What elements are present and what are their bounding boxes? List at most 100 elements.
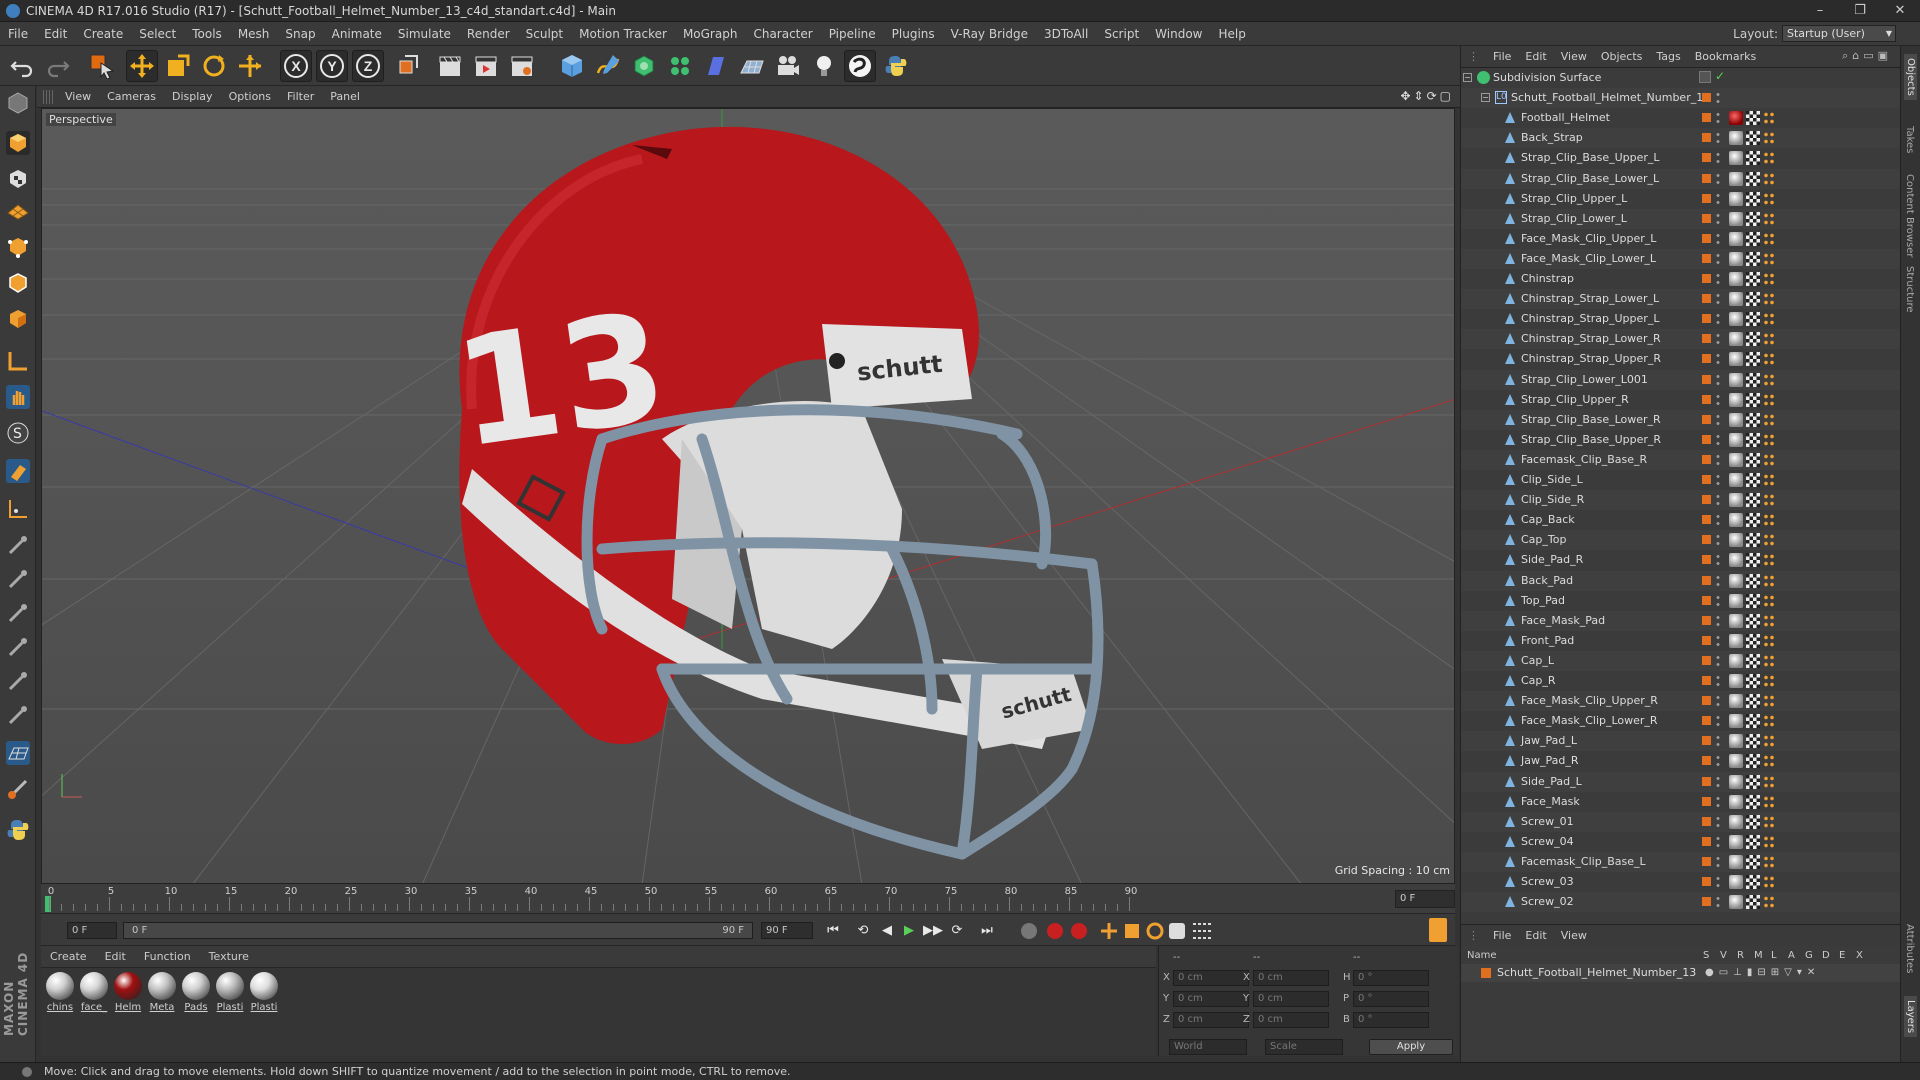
- uvw-tag-icon[interactable]: [1746, 292, 1760, 306]
- minimize-button[interactable]: –: [1800, 0, 1840, 22]
- visibility-dots-icon[interactable]: [1716, 393, 1720, 407]
- layer-color-icon[interactable]: [1702, 576, 1711, 585]
- visibility-dots-icon[interactable]: [1716, 151, 1720, 165]
- go-to-end-button[interactable]: ⏭: [975, 919, 999, 941]
- layer-column-header[interactable]: D: [1822, 950, 1830, 961]
- selection-tag-icon[interactable]: [1763, 172, 1775, 186]
- timeline-playhead[interactable]: [45, 896, 51, 912]
- add-mograph-button[interactable]: [664, 50, 696, 82]
- layer-color-icon[interactable]: [1702, 897, 1711, 906]
- object-row[interactable]: Jaw_Pad_R: [1461, 751, 1900, 771]
- object-row[interactable]: Strap_Clip_Base_Upper_L: [1461, 148, 1900, 168]
- object-row[interactable]: Face_Mask: [1461, 792, 1900, 812]
- material-item[interactable]: Plasti: [215, 972, 245, 1013]
- coord-value-field[interactable]: 0 cm: [1173, 991, 1249, 1007]
- selection-tag-icon[interactable]: [1763, 835, 1775, 849]
- uvw-tag-icon[interactable]: [1746, 594, 1760, 608]
- uvw-tag-icon[interactable]: [1746, 654, 1760, 668]
- object-row[interactable]: Front_Pad: [1461, 631, 1900, 651]
- current-frame-field[interactable]: 0 F: [1395, 890, 1455, 908]
- object-row[interactable]: Cap_L: [1461, 651, 1900, 671]
- python-tool-button[interactable]: [3, 814, 33, 844]
- selection-tag-icon[interactable]: [1763, 111, 1775, 125]
- viewport-menu-panel[interactable]: Panel: [322, 86, 368, 108]
- coord-value-field[interactable]: 0 °: [1353, 991, 1429, 1007]
- objects-menu-objects[interactable]: Objects: [1594, 46, 1650, 68]
- object-row[interactable]: Strap_Clip_Base_Upper_R: [1461, 430, 1900, 450]
- workplane-mode-button[interactable]: [3, 194, 33, 224]
- object-row[interactable]: Back_Pad: [1461, 571, 1900, 591]
- layer-color-icon[interactable]: [1702, 254, 1711, 263]
- layer-color-icon[interactable]: [1702, 817, 1711, 826]
- object-row[interactable]: Chinstrap_Strap_Upper_R: [1461, 349, 1900, 369]
- viewport-camera-label[interactable]: Perspective: [46, 113, 116, 126]
- layer-color-swatch[interactable]: [1481, 968, 1491, 978]
- object-name[interactable]: Front_Pad: [1521, 634, 1574, 647]
- uvw-tag-icon[interactable]: [1746, 674, 1760, 688]
- object-row[interactable]: Screw_03: [1461, 872, 1900, 892]
- object-name[interactable]: Strap_Clip_Lower_L001: [1521, 373, 1648, 386]
- x-axis-lock-button[interactable]: X: [280, 50, 312, 82]
- coord-value-field[interactable]: 0 cm: [1253, 991, 1329, 1007]
- layer-color-icon[interactable]: [1702, 294, 1711, 303]
- sculpt-tool-1-button[interactable]: [3, 530, 33, 560]
- uvw-tag-icon[interactable]: [1746, 775, 1760, 789]
- material-tag-icon[interactable]: [1729, 393, 1743, 407]
- sculpt-tool-3-button[interactable]: [3, 598, 33, 628]
- uvw-tag-icon[interactable]: [1746, 473, 1760, 487]
- layer-color-icon[interactable]: [1702, 535, 1711, 544]
- material-menu-create[interactable]: Create: [41, 946, 96, 968]
- layer-color-icon[interactable]: [1702, 837, 1711, 846]
- visibility-dots-icon[interactable]: [1716, 513, 1720, 527]
- layer-column-header[interactable]: S: [1703, 950, 1709, 961]
- apply-button[interactable]: Apply: [1369, 1039, 1453, 1055]
- selection-tag-icon[interactable]: [1763, 352, 1775, 366]
- selection-tag-icon[interactable]: [1763, 292, 1775, 306]
- layer-column-header[interactable]: X: [1856, 950, 1863, 961]
- object-row[interactable]: Strap_Clip_Upper_R: [1461, 390, 1900, 410]
- material-tag-icon[interactable]: [1729, 795, 1743, 809]
- tab-content-browser[interactable]: Content Browser: [1904, 174, 1915, 257]
- object-name[interactable]: Chinstrap: [1521, 272, 1574, 285]
- add-camera-button[interactable]: [772, 50, 804, 82]
- uvw-tag-icon[interactable]: [1746, 694, 1760, 708]
- object-name[interactable]: Jaw_Pad_L: [1521, 734, 1577, 747]
- material-tag-icon[interactable]: [1729, 111, 1743, 125]
- edit-mode-toggle-icon[interactable]: [1699, 71, 1711, 83]
- menu-character[interactable]: Character: [745, 22, 820, 46]
- tree-expander-icon[interactable]: −: [1463, 73, 1472, 82]
- layer-color-icon[interactable]: [1702, 274, 1711, 283]
- coord-value-field[interactable]: 0 cm: [1253, 1012, 1329, 1028]
- selection-tag-icon[interactable]: [1763, 513, 1775, 527]
- uvw-tag-icon[interactable]: [1746, 815, 1760, 829]
- layer-toggle-icons[interactable]: ●▭⊥▮⊟⊞▽▾✕: [1705, 967, 1820, 978]
- selection-tag-icon[interactable]: [1763, 192, 1775, 206]
- uvw-tag-icon[interactable]: [1746, 373, 1760, 387]
- visibility-dots-icon[interactable]: [1716, 473, 1720, 487]
- menu-pipeline[interactable]: Pipeline: [821, 22, 884, 46]
- layer-color-icon[interactable]: [1702, 736, 1711, 745]
- visibility-dots-icon[interactable]: [1716, 111, 1720, 125]
- object-row-group[interactable]: − L0 Schutt_Football_Helmet_Number_13: [1461, 88, 1900, 108]
- render-view-button[interactable]: [434, 50, 466, 82]
- vray-button[interactable]: [844, 50, 876, 82]
- selection-tag-icon[interactable]: [1763, 553, 1775, 567]
- menu-mograph[interactable]: MoGraph: [675, 22, 746, 46]
- object-row[interactable]: Facemask_Clip_Base_L: [1461, 852, 1900, 872]
- selection-tag-icon[interactable]: [1763, 252, 1775, 266]
- uvw-tag-icon[interactable]: [1746, 151, 1760, 165]
- material-tag-icon[interactable]: [1729, 895, 1743, 909]
- render-settings-button[interactable]: [506, 50, 538, 82]
- layer-color-icon[interactable]: [1702, 153, 1711, 162]
- selection-tag-icon[interactable]: [1763, 413, 1775, 427]
- selection-tag-icon[interactable]: [1763, 212, 1775, 226]
- object-name[interactable]: Face_Mask: [1521, 795, 1580, 808]
- sculpt-tool-4-button[interactable]: [3, 632, 33, 662]
- selection-tag-icon[interactable]: [1763, 775, 1775, 789]
- menu-sculpt[interactable]: Sculpt: [518, 22, 571, 46]
- object-row[interactable]: Chinstrap_Strap_Upper_L: [1461, 309, 1900, 329]
- object-row[interactable]: Side_Pad_R: [1461, 550, 1900, 570]
- object-name[interactable]: Side_Pad_R: [1521, 553, 1583, 566]
- visibility-dots-icon[interactable]: [1716, 533, 1720, 547]
- layer-column-header[interactable]: L: [1771, 950, 1777, 961]
